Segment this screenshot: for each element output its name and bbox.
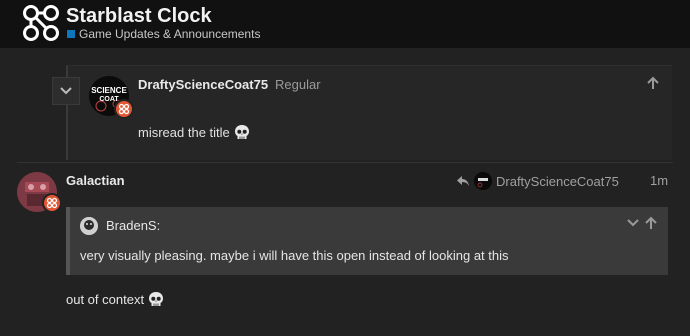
post-text: out of context xyxy=(66,292,145,307)
category-color-badge xyxy=(67,30,75,38)
quote-username: BradenS: xyxy=(106,218,161,233)
post-date[interactable]: 1m xyxy=(650,173,668,188)
site-logo-icon[interactable] xyxy=(22,4,60,42)
quote-text: very visually pleasing. maybe i will hav… xyxy=(80,248,509,263)
reply-to-link[interactable]: DraftyScienceCoat75 xyxy=(456,172,619,190)
avatar xyxy=(474,172,492,190)
flair-icon xyxy=(46,197,58,209)
embedded-post-text: misread the title xyxy=(138,125,230,140)
topic-title[interactable]: Starblast Clock xyxy=(66,5,212,28)
arrow-up-icon[interactable] xyxy=(644,216,658,230)
arrow-up-icon[interactable] xyxy=(646,76,660,90)
post-divider xyxy=(17,162,673,163)
site-header: Starblast Clock Game Updates & Announcem… xyxy=(0,0,690,48)
chevron-down-icon xyxy=(60,87,72,95)
flair-icon xyxy=(118,103,130,115)
category-link[interactable]: Game Updates & Announcements xyxy=(79,27,260,41)
post-username[interactable]: Galactian xyxy=(66,173,125,188)
chevron-down-icon[interactable] xyxy=(626,216,640,230)
embedded-post-user-title: Regular xyxy=(275,77,321,92)
user-flair-badge xyxy=(114,99,134,119)
avatar xyxy=(80,217,98,235)
quote-controls xyxy=(626,216,658,230)
collapse-embed-button[interactable] xyxy=(52,77,80,105)
svg-text:SCIENCE: SCIENCE xyxy=(91,86,127,95)
reply-arrow-icon xyxy=(457,176,469,186)
skull-emoji-icon xyxy=(234,125,249,139)
reply-to-username: DraftyScienceCoat75 xyxy=(496,173,619,189)
post-body: out of context xyxy=(66,291,164,308)
skull-emoji-icon xyxy=(149,292,164,306)
user-flair-badge xyxy=(42,193,62,213)
embedded-post-username[interactable]: DraftyScienceCoat75 xyxy=(138,77,268,92)
embedded-post-body: misread the title xyxy=(138,124,250,141)
